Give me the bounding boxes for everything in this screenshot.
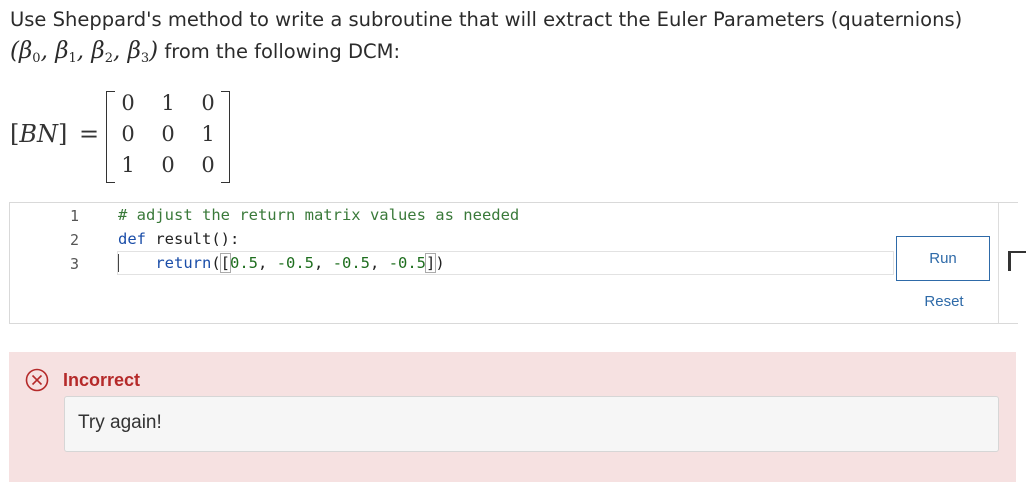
line-number: 3 [70, 255, 80, 273]
code-bracket: ] [424, 253, 437, 273]
question-suffix: from the following DCM: [164, 40, 401, 63]
code-paren: ) [435, 254, 445, 272]
feedback-status: Incorrect [63, 370, 141, 390]
code-line-2[interactable]: def result(): [118, 230, 239, 248]
matrix-cell: 0 [201, 153, 215, 177]
code-comment: # adjust the return matrix values as nee… [118, 206, 520, 224]
code-line-1[interactable]: # adjust the return matrix values as nee… [118, 206, 519, 224]
code-keyword: return [155, 254, 212, 272]
code-editor[interactable]: 1 2 3 # adjust the return matrix values … [9, 202, 1026, 324]
code-separator: , [370, 254, 389, 272]
feedback-message-box: Try again! [64, 396, 999, 452]
code-number: -0.5 [388, 254, 427, 272]
right-bracket [221, 91, 230, 183]
code-number: -0.5 [276, 254, 315, 272]
feedback-message: Try again! [78, 412, 162, 433]
line-number: 1 [70, 207, 80, 225]
reset-button[interactable]: Reset [906, 293, 982, 310]
matrix-cell: 0 [121, 91, 135, 115]
matrix-cell: 1 [161, 91, 175, 115]
matrix-cell: 0 [201, 91, 215, 115]
line-number: 2 [70, 231, 80, 249]
matrix-cell: 0 [161, 153, 175, 177]
scrollbar-thumb[interactable] [1008, 251, 1026, 271]
matrix-cell: 0 [121, 122, 135, 146]
code-paren: ( [211, 254, 221, 272]
left-bracket [106, 91, 115, 183]
x-circle-icon [25, 368, 49, 392]
code-number: -0.5 [332, 254, 371, 272]
code-number: 0.5 [230, 254, 259, 272]
code-separator: , [258, 254, 277, 272]
euler-parameters-math: (β0, β1, β2, β3) [10, 38, 159, 66]
run-button[interactable]: Run [896, 236, 990, 281]
code-bracket: [ [219, 253, 232, 273]
question-text-line1: Use Sheppard's method to write a subrout… [10, 8, 963, 31]
matrix-cell: 1 [121, 153, 135, 177]
code-line-3[interactable]: return([0.5, -0.5, -0.5, -0.5]) [118, 253, 445, 273]
dcm-matrix: 0 1 0 0 0 1 1 0 0 [106, 91, 230, 183]
question-text-line2: (β0, β1, β2, β3) from the following DCM: [10, 38, 400, 66]
dcm-equation-lhs: [BN] = [10, 120, 100, 148]
code-keyword: def [118, 230, 146, 248]
feedback-panel: Incorrect Try again! [9, 352, 1016, 482]
code-text: result(): [146, 230, 240, 248]
code-separator: , [314, 254, 333, 272]
matrix-cell: 1 [201, 122, 215, 146]
matrix-cell: 0 [161, 122, 175, 146]
